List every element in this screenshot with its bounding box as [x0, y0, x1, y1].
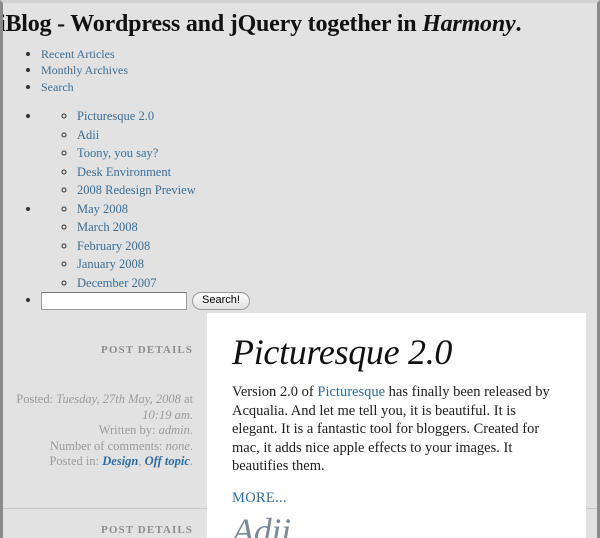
post-body: Version 2.0 of Picturesque has finally b…	[232, 383, 564, 476]
content-area: Picturesque 2.0 Version 2.0 of Picturesq…	[3, 313, 597, 538]
nav-group-monthly-archives: May 2008 March 2008 February 2008 Januar…	[41, 200, 303, 293]
post-title-link[interactable]: Adii	[232, 511, 291, 538]
nav-item-search[interactable]: Search	[41, 79, 303, 95]
category-link-design[interactable]: Design	[102, 454, 138, 468]
search-input[interactable]	[41, 292, 187, 311]
post-details-gap	[3, 357, 193, 392]
post-adii: Adii POST DETAILS	[3, 508, 597, 538]
posted-prefix: Posted:	[16, 392, 57, 406]
post-body-link-picturesque[interactable]: Picturesque	[317, 384, 385, 400]
posted-period: .	[189, 407, 193, 422]
posted-at: at	[180, 392, 193, 406]
archive-link-january-2008[interactable]: January 2008	[77, 257, 144, 271]
post-details-sidebar: POST DETAILS	[3, 508, 193, 537]
archive-link-december-2007[interactable]: December 2007	[77, 276, 156, 290]
article-item[interactable]: Picturesque 2.0	[77, 107, 303, 126]
archive-link-march-2008[interactable]: March 2008	[77, 220, 138, 234]
article-link-2008-redesign-preview[interactable]: 2008 Redesign Preview	[77, 183, 196, 197]
archive-item[interactable]: March 2008	[77, 218, 303, 237]
search-form: Search!	[41, 292, 303, 311]
post-meta-author: Written by: admin.	[3, 423, 193, 439]
page-root: iBlog - Wordpress and jQuery together in…	[0, 0, 600, 538]
posted-time: 10:19 am	[142, 407, 190, 422]
search-submit-button[interactable]: Search!	[192, 292, 250, 311]
post-title-link[interactable]: Picturesque 2.0	[232, 332, 452, 372]
recent-articles-list: Picturesque 2.0 Adii Toony, you say? Des…	[41, 107, 303, 200]
article-link-adii[interactable]: Adii	[77, 128, 99, 142]
post-picturesque: Picturesque 2.0 Version 2.0 of Picturesq…	[3, 313, 597, 508]
category-link-off-topic[interactable]: Off topic	[145, 454, 190, 468]
article-item[interactable]: Adii	[77, 126, 303, 145]
post-meta-comments: Number of comments: none.	[3, 439, 193, 455]
written-by-value: admin	[158, 423, 190, 437]
nav-item-monthly-archives[interactable]: Monthly Archives	[41, 62, 303, 78]
post-body-part-1: Version 2.0 of	[232, 384, 318, 400]
written-by-period: .	[189, 423, 193, 437]
post-title[interactable]: Picturesque 2.0	[232, 331, 564, 373]
posted-in-period: .	[189, 454, 193, 468]
nav-group-recent-articles: Picturesque 2.0 Adii Toony, you say? Des…	[41, 107, 303, 200]
article-link-toony[interactable]: Toony, you say?	[77, 146, 158, 160]
nav-link-monthly-archives[interactable]: Monthly Archives	[41, 63, 128, 77]
article-link-desk-environment[interactable]: Desk Environment	[77, 165, 171, 179]
written-by-prefix: Written by:	[98, 423, 159, 437]
nav-link-recent-articles[interactable]: Recent Articles	[41, 47, 115, 61]
article-item[interactable]: 2008 Redesign Preview	[77, 181, 303, 200]
site-title-plain: iBlog - Wordpress and jQuery together in	[0, 11, 423, 37]
site-title-emphasis: Harmony	[422, 11, 516, 37]
comments-prefix: Number of comments:	[49, 438, 166, 453]
nav-item-search-form: Search!	[41, 292, 303, 311]
archive-item[interactable]: December 2007	[77, 274, 303, 293]
posted-in-prefix: Posted in:	[49, 454, 103, 468]
archive-item[interactable]: January 2008	[77, 255, 303, 274]
monthly-archives-list: May 2008 March 2008 February 2008 Januar…	[41, 200, 303, 293]
archive-link-may-2008[interactable]: May 2008	[77, 202, 128, 216]
comments-value: none	[165, 438, 190, 453]
archive-item[interactable]: May 2008	[77, 200, 303, 219]
post-title[interactable]: Adii	[232, 510, 564, 538]
post-meta-posted: Posted: Tuesday, 27th May, 2008 at 10:19…	[3, 392, 193, 423]
article-item[interactable]: Toony, you say?	[77, 144, 303, 163]
site-title-suffix: .	[515, 11, 522, 37]
article-item[interactable]: Desk Environment	[77, 163, 303, 182]
read-more-link[interactable]: MORE...	[232, 490, 287, 507]
comments-period: .	[189, 438, 193, 453]
nav-spacer	[41, 95, 303, 107]
post-details-heading: POST DETAILS	[101, 344, 193, 356]
nav-item-recent-articles[interactable]: Recent Articles	[41, 46, 303, 62]
sidebar-navigation: Recent Articles Monthly Archives Search …	[3, 46, 303, 311]
post-meta-categories: Posted in: Design, Off topic.	[3, 454, 193, 470]
posted-date: Tuesday, 27th May, 2008	[56, 392, 181, 406]
primary-nav-list: Recent Articles Monthly Archives Search …	[3, 46, 303, 311]
archive-link-february-2008[interactable]: February 2008	[77, 239, 150, 253]
site-title: iBlog - Wordpress and jQuery together in…	[0, 3, 522, 38]
archive-item[interactable]: February 2008	[77, 237, 303, 256]
post-details-heading: POST DETAILS	[101, 524, 193, 536]
post-content-panel: Adii	[207, 508, 586, 538]
post-content-panel: Picturesque 2.0 Version 2.0 of Picturesq…	[207, 313, 586, 508]
article-link-picturesque[interactable]: Picturesque 2.0	[77, 109, 154, 123]
post-details-sidebar: POST DETAILS Posted: Tuesday, 27th May, …	[3, 313, 193, 470]
nav-link-search[interactable]: Search	[41, 80, 74, 94]
